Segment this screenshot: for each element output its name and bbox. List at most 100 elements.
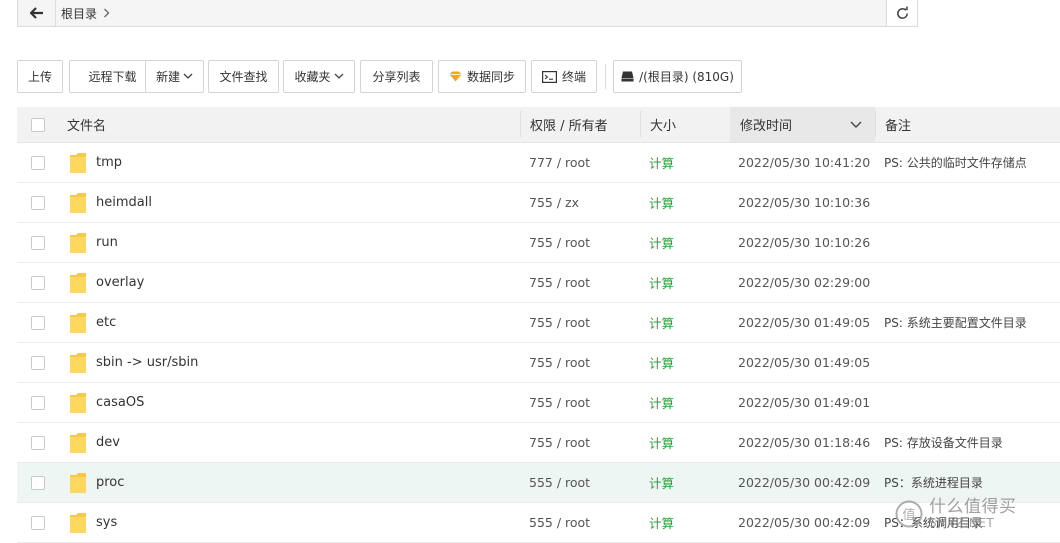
- favorites-label: 收藏夹: [294, 70, 331, 84]
- size-calc-link[interactable]: 计算: [649, 343, 674, 382]
- remote-download-button[interactable]: 远程下载: [69, 60, 156, 93]
- folder-icon[interactable]: [69, 143, 87, 182]
- size-calc-link[interactable]: 计算: [649, 143, 674, 182]
- size-calc-link[interactable]: 计算: [649, 503, 674, 542]
- svg-text:值: 值: [902, 507, 915, 523]
- row-checkbox[interactable]: [31, 195, 45, 210]
- folder-icon[interactable]: [69, 183, 87, 222]
- size-calc-link[interactable]: 计算: [649, 423, 674, 462]
- folder-icon[interactable]: [69, 223, 87, 262]
- perm-owner[interactable]: 755 / root: [529, 263, 590, 302]
- size-calc-link[interactable]: 计算: [649, 463, 674, 502]
- file-search-button[interactable]: 文件查找: [208, 60, 279, 93]
- table-row[interactable]: dev 755 / root 计算 2022/05/30 01:18:46 PS: 存放…: [17, 423, 1060, 463]
- share-list-label: 分享列表: [372, 70, 421, 84]
- column-header-perm-owner[interactable]: 权限 / 所有者: [530, 107, 608, 142]
- perm-owner[interactable]: 755 / root: [529, 343, 590, 382]
- row-checkbox[interactable]: [31, 355, 45, 370]
- row-checkbox[interactable]: [31, 235, 45, 250]
- row-checkbox[interactable]: [31, 155, 45, 170]
- folder-icon[interactable]: [69, 383, 87, 422]
- modified-time: 2022/05/30 01:49:05: [738, 315, 871, 330]
- perm-owner[interactable]: 755 / root: [529, 423, 590, 462]
- terminal-icon: [541, 70, 557, 83]
- remote-download-label: 远程下载: [88, 70, 137, 84]
- select-all-checkbox[interactable]: [31, 117, 45, 132]
- file-name[interactable]: sbin -> usr/sbin: [96, 343, 198, 382]
- size-calc-link[interactable]: 计算: [649, 183, 674, 222]
- table-row[interactable]: run 755 / root 计算 2022/05/30 10:10:26: [17, 223, 1060, 263]
- breadcrumb-root[interactable]: 根目录: [61, 5, 97, 22]
- disk-label: /(根目录) (810G): [639, 70, 734, 84]
- file-name[interactable]: etc: [96, 303, 116, 342]
- column-header-modified[interactable]: 修改时间: [740, 107, 792, 142]
- folder-icon[interactable]: [69, 423, 87, 462]
- perm-owner[interactable]: 755 / root: [529, 223, 590, 262]
- file-name[interactable]: proc: [96, 463, 124, 502]
- size-calc-link[interactable]: 计算: [649, 263, 674, 302]
- file-name[interactable]: sys: [96, 503, 117, 542]
- column-header-note[interactable]: 备注: [885, 107, 911, 142]
- file-name[interactable]: tmp: [96, 143, 122, 182]
- new-button[interactable]: 新建: [145, 60, 204, 93]
- column-divider: [520, 111, 521, 137]
- table-row[interactable]: etc 755 / root 计算 2022/05/30 01:49:05 PS: 系统…: [17, 303, 1060, 343]
- row-checkbox[interactable]: [31, 435, 45, 450]
- column-header-name[interactable]: 文件名: [67, 107, 106, 142]
- note-text[interactable]: PS: 公共的临时文件存储点: [884, 143, 1027, 182]
- table-row[interactable]: casaOS 755 / root 计算 2022/05/30 01:49:01: [17, 383, 1060, 423]
- column-header-size[interactable]: 大小: [650, 107, 676, 142]
- back-button[interactable]: [18, 0, 56, 26]
- size-calc-link[interactable]: 计算: [649, 383, 674, 422]
- perm-owner[interactable]: 555 / root: [529, 463, 590, 502]
- upload-button[interactable]: 上传: [17, 60, 63, 93]
- perm-owner[interactable]: 755 / root: [529, 383, 590, 422]
- chevron-down-icon[interactable]: [850, 107, 862, 142]
- table-row[interactable]: heimdall 755 / zx 计算 2022/05/30 10:10:36: [17, 183, 1060, 223]
- perm-owner[interactable]: 777 / root: [529, 143, 590, 182]
- modified-time: 2022/05/30 00:42:09: [738, 515, 871, 530]
- favorites-button[interactable]: 收藏夹: [283, 60, 355, 93]
- row-checkbox[interactable]: [31, 395, 45, 410]
- folder-icon[interactable]: [69, 343, 87, 382]
- folder-icon[interactable]: [69, 263, 87, 302]
- row-checkbox-cell: [31, 223, 45, 262]
- folder-icon[interactable]: [69, 303, 87, 342]
- row-checkbox-cell: [31, 343, 45, 382]
- file-name[interactable]: overlay: [96, 263, 144, 302]
- perm-owner[interactable]: 755 / zx: [529, 183, 579, 222]
- row-checkbox-cell: [31, 383, 45, 422]
- column-divider: [875, 111, 876, 137]
- data-sync-button[interactable]: 数据同步: [438, 60, 526, 93]
- share-list-button[interactable]: 分享列表: [360, 60, 433, 93]
- note-text[interactable]: PS: 存放设备文件目录: [884, 423, 1003, 462]
- size-calc-link[interactable]: 计算: [649, 223, 674, 262]
- row-checkbox[interactable]: [31, 315, 45, 330]
- data-sync-label: 数据同步: [466, 70, 515, 84]
- disk-button[interactable]: /(根目录) (810G): [613, 60, 742, 93]
- perm-owner[interactable]: 755 / root: [529, 303, 590, 342]
- modified-time: 2022/05/30 01:49:01: [738, 395, 871, 410]
- folder-icon[interactable]: [69, 463, 87, 502]
- file-name[interactable]: heimdall: [96, 183, 152, 222]
- file-name[interactable]: run: [96, 223, 118, 262]
- refresh-button[interactable]: [886, 0, 917, 26]
- file-name[interactable]: casaOS: [96, 383, 144, 422]
- size-calc-link[interactable]: 计算: [649, 303, 674, 342]
- table-row[interactable]: overlay 755 / root 计算 2022/05/30 02:29:00: [17, 263, 1060, 303]
- file-name[interactable]: dev: [96, 423, 120, 462]
- terminal-button[interactable]: 终端: [531, 60, 597, 93]
- table-row[interactable]: tmp 777 / root 计算 2022/05/30 10:41:20 PS: 公共…: [17, 143, 1060, 183]
- folder-icon[interactable]: [69, 503, 87, 542]
- table-row[interactable]: sbin -> usr/sbin 755 / root 计算 2022/05/30 0…: [17, 343, 1060, 383]
- disk-icon: [621, 71, 634, 82]
- note-text[interactable]: PS: 系统主要配置文件目录: [884, 303, 1027, 342]
- row-checkbox[interactable]: [31, 515, 45, 530]
- modified-time: 2022/05/30 10:10:36: [738, 195, 871, 210]
- row-checkbox[interactable]: [31, 475, 45, 490]
- file-search-label: 文件查找: [219, 70, 268, 84]
- perm-owner[interactable]: 555 / root: [529, 503, 590, 542]
- table-header: 文件名 权限 / 所有者 大小 修改时间 备注: [17, 107, 1060, 143]
- row-checkbox[interactable]: [31, 275, 45, 290]
- modified-time: 2022/05/30 02:29:00: [738, 275, 871, 290]
